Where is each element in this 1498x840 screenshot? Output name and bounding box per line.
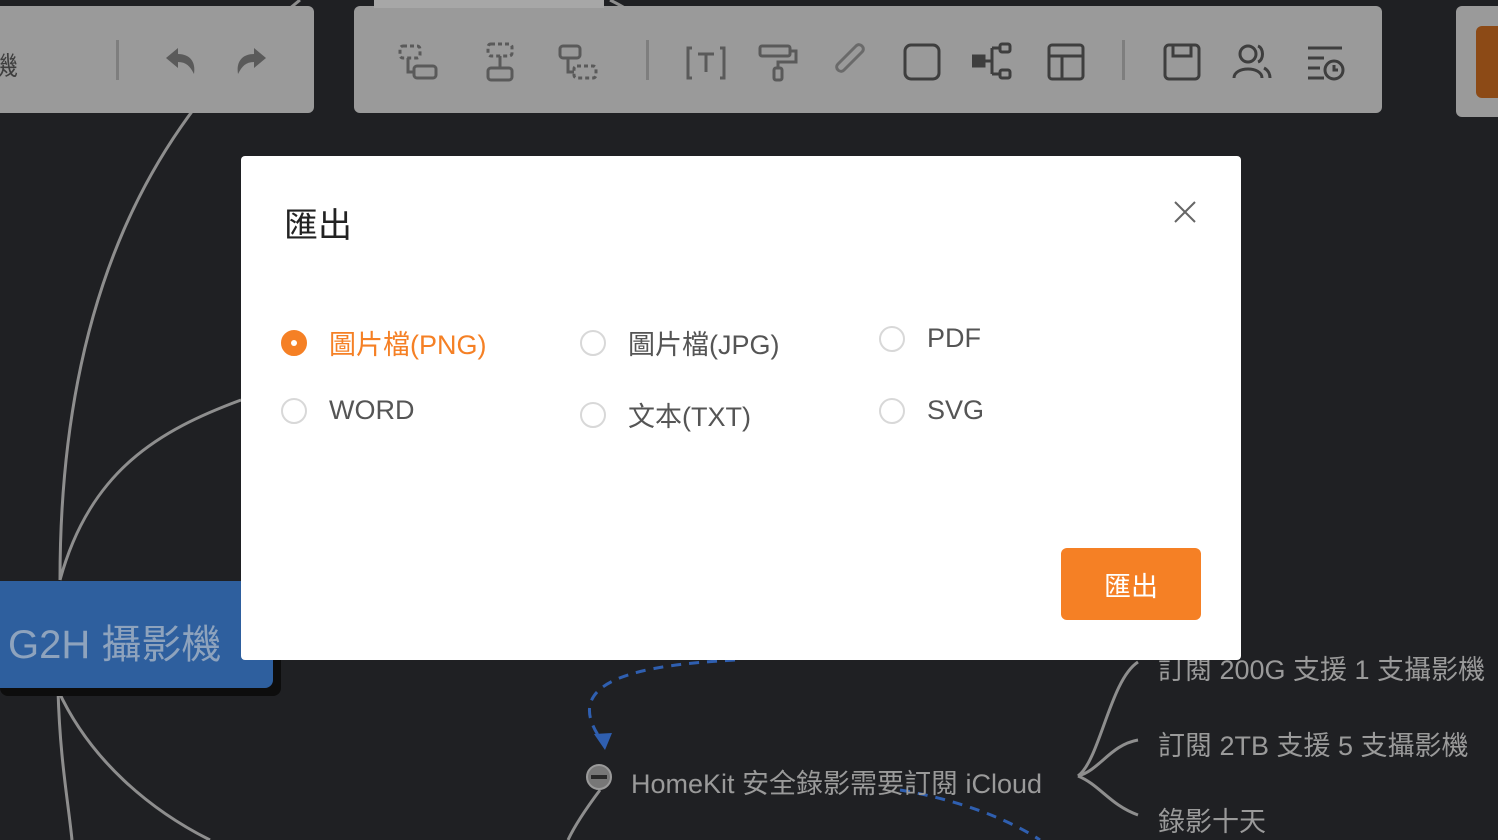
toolbar-tab bbox=[374, 0, 604, 8]
root-node-label: G2H 攝影機 bbox=[8, 623, 222, 667]
export-dialog: 匯出 圖片檔(PNG) 圖片檔(JPG) PDF WORD 文本(TXT) SV… bbox=[241, 156, 1241, 660]
option-jpg[interactable]: 圖片檔(JPG) bbox=[580, 323, 780, 362]
radio-txt[interactable] bbox=[580, 401, 606, 428]
undo-icon[interactable] bbox=[160, 40, 200, 84]
history-icon[interactable] bbox=[1306, 40, 1346, 84]
share-button-edge[interactable] bbox=[1476, 26, 1498, 98]
add-parent-icon[interactable] bbox=[558, 40, 598, 84]
option-svg[interactable]: SVG bbox=[879, 395, 984, 426]
option-png[interactable]: 圖片檔(PNG) bbox=[281, 323, 487, 362]
toolbar-separator bbox=[116, 40, 119, 80]
radio-jpg[interactable] bbox=[580, 329, 606, 356]
format-painter-icon[interactable] bbox=[758, 40, 798, 84]
option-pdf[interactable]: PDF bbox=[879, 323, 981, 354]
toolbar-left-text: 機 bbox=[0, 51, 19, 81]
structure-icon[interactable] bbox=[970, 40, 1012, 84]
save-icon[interactable] bbox=[1162, 40, 1202, 84]
mindmap-node-child-2[interactable]: 訂閱 2TB 支援 5 支攝影機 bbox=[1158, 724, 1469, 763]
radio-svg[interactable] bbox=[879, 397, 905, 424]
option-txt[interactable]: 文本(TXT) bbox=[580, 395, 751, 434]
option-jpg-label: 圖片檔(JPG) bbox=[628, 330, 780, 360]
radio-pdf[interactable] bbox=[879, 325, 905, 352]
option-pdf-label: PDF bbox=[927, 323, 981, 353]
add-child-icon[interactable] bbox=[480, 40, 520, 84]
option-txt-label: 文本(TXT) bbox=[628, 402, 751, 432]
dialog-title: 匯出 bbox=[284, 207, 352, 245]
add-sibling-icon[interactable] bbox=[398, 40, 438, 84]
mindmap-node-child-3[interactable]: 錄影十天 bbox=[1158, 800, 1266, 839]
text-icon[interactable] bbox=[686, 40, 726, 84]
export-button[interactable]: 匯出 bbox=[1061, 548, 1201, 620]
option-word-label: WORD bbox=[329, 395, 415, 425]
option-png-label: 圖片檔(PNG) bbox=[329, 330, 487, 360]
border-icon[interactable] bbox=[902, 40, 942, 84]
layout-icon[interactable] bbox=[1046, 40, 1086, 84]
toolbar-separator bbox=[646, 40, 649, 80]
attachment-icon[interactable] bbox=[830, 40, 870, 84]
toolbar-separator bbox=[1122, 40, 1125, 80]
redo-icon[interactable] bbox=[232, 40, 272, 84]
close-icon[interactable] bbox=[1171, 198, 1199, 226]
mindmap-node-homekit[interactable]: HomeKit 安全錄影需要訂閱 iCloud bbox=[631, 762, 1042, 801]
option-svg-label: SVG bbox=[927, 395, 985, 425]
radio-png[interactable] bbox=[281, 329, 307, 356]
radio-word[interactable] bbox=[281, 397, 307, 424]
option-word[interactable]: WORD bbox=[281, 395, 414, 426]
collaborators-icon[interactable] bbox=[1232, 40, 1272, 84]
